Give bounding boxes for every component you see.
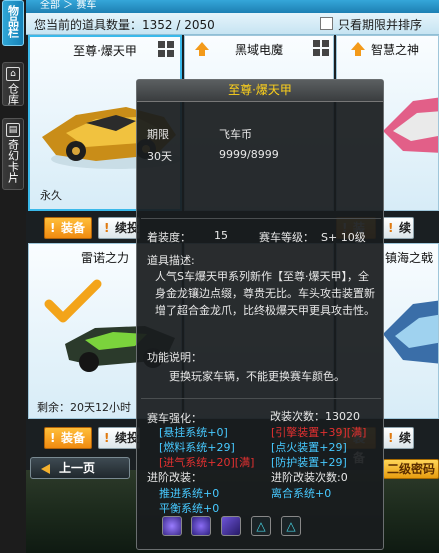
car-name: 智慧之神 <box>371 43 420 57</box>
description-text: 人气S车爆天甲系列新作【至尊·爆天甲】，全身金龙镶边点缀，尊贵无比。车头攻击装置… <box>155 270 375 317</box>
card-icon: ▤ <box>6 123 20 137</box>
item-count-label: 您当前的道具数量：1352 / 2050 <box>34 18 215 32</box>
inventory-info-bar: 您当前的道具数量：1352 / 2050 只看期限并排序 <box>26 13 439 35</box>
enhance-item: [点火装置+29] <box>271 441 347 454</box>
expiry-filter-checkbox[interactable] <box>320 17 333 30</box>
enhance-item: [引擎装置+39][满] <box>271 426 367 439</box>
advanced-item: 离合系统+0 <box>271 487 332 500</box>
tab-warehouse[interactable]: ⌂ 仓库 <box>2 62 24 106</box>
currency-label: 飞车币 <box>219 128 252 141</box>
triangle-slot-icon: △ <box>251 516 271 536</box>
enhance-item: [防护装置+29] <box>271 456 347 469</box>
upgrade-arrow-icon <box>351 42 365 56</box>
grid-icon[interactable] <box>313 40 329 56</box>
advanced-item: 平衡系统+0 <box>159 502 220 515</box>
skill-orb-icon <box>162 516 182 536</box>
divider <box>141 218 381 219</box>
period-label: 期限 <box>147 128 169 141</box>
renew-button[interactable]: 续 <box>382 217 414 239</box>
secondary-password-button[interactable]: 二级密码 <box>383 459 439 479</box>
advanced-mod-label: 进阶改装： <box>147 471 202 484</box>
car-image <box>383 97 438 153</box>
equip-level-label: 着装度： <box>147 231 191 244</box>
breadcrumb[interactable]: 全部 ＞ 赛车 <box>40 0 96 11</box>
car-status: 永久 <box>40 189 62 202</box>
car-name: 黑域电魔 <box>234 43 283 57</box>
car-level-label: 赛车等级： <box>259 231 314 244</box>
period-value: 30天 <box>147 150 172 163</box>
description-label: 道具描述: <box>147 254 195 267</box>
tab-fantasy-cards[interactable]: ▤ 奇幻卡片 <box>2 118 24 190</box>
equip-level-value: 15 <box>214 229 228 242</box>
side-tab-label: 仓库 <box>6 83 20 105</box>
skill-bolt-icon <box>221 516 241 536</box>
equip-button[interactable]: 装备 <box>44 217 92 239</box>
item-tooltip: 至尊·爆天甲 期限 飞车币 30天 9999/8999 着装度： 15 赛车等级… <box>136 79 384 550</box>
function-text: 更换玩家车辆，不能更换赛车颜色。 <box>169 370 345 383</box>
equip-button[interactable]: 装备 <box>44 427 92 449</box>
side-tab-label: 奇幻卡片 <box>6 139 20 183</box>
breadcrumb-bar: 全部 ＞ 赛车 <box>26 0 439 13</box>
grid-icon[interactable] <box>158 41 174 57</box>
side-tab-bar: 物品栏 ⌂ 仓库 ▤ 奇幻卡片 <box>0 0 26 553</box>
function-label: 功能说明： <box>147 351 202 364</box>
tooltip-title: 至尊·爆天甲 <box>137 80 383 102</box>
expiry-filter-label[interactable]: 只看期限并排序 <box>338 16 422 33</box>
advanced-mod-count: 进阶改装次数:0 <box>271 471 348 484</box>
prev-page-button[interactable]: 上一页 <box>30 457 130 479</box>
renew-button[interactable]: 续投 <box>98 217 140 239</box>
car-name: 镇海之戟 <box>385 251 434 265</box>
car-level-value: S+ 10级 <box>321 231 366 244</box>
enhance-item: [进气系统+20][满] <box>159 456 255 469</box>
renew-button[interactable]: 续 <box>382 427 414 449</box>
tab-inventory[interactable]: 物品栏 <box>2 0 24 46</box>
house-icon: ⌂ <box>6 67 20 81</box>
renew-button[interactable]: 续投 <box>98 427 140 449</box>
enhance-item: [燃料系统+29] <box>159 441 235 454</box>
skill-orb-icon <box>191 516 211 536</box>
car-status: 剩余：20天12小时 <box>37 401 131 414</box>
triangle-slot-icon: △ <box>281 516 301 536</box>
currency-value: 9999/8999 <box>219 148 279 161</box>
modification-count: 改装次数：13020 <box>270 410 360 423</box>
divider <box>141 398 381 399</box>
car-image <box>383 300 438 364</box>
advanced-item: 推进系统+0 <box>159 487 220 500</box>
side-tab-label: 物品栏 <box>6 5 20 38</box>
enhance-item: [悬挂系统+0] <box>159 426 228 439</box>
